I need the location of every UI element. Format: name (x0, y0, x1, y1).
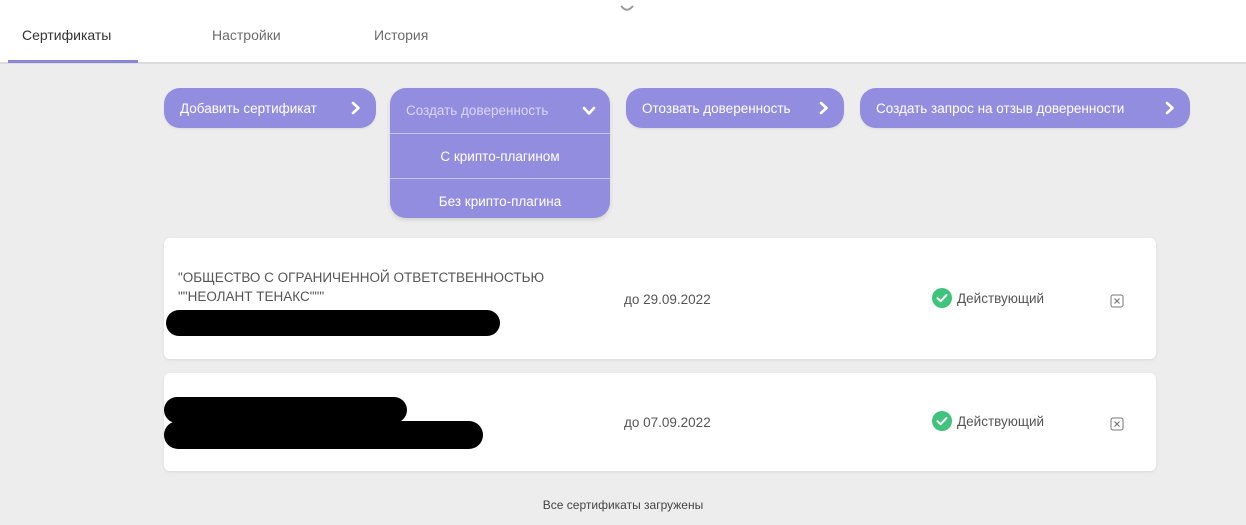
status-label: Действующий (957, 413, 1045, 429)
create-poa-dropdown: Создать доверенность С крипто-плагином Б… (390, 88, 610, 218)
create-poa-label: Создать доверенность (406, 103, 549, 118)
menu-item-without-crypto-plugin[interactable]: Без крипто-плагина (390, 179, 610, 218)
check-circle-icon (932, 288, 952, 308)
chevron-down-icon (582, 106, 596, 115)
create-revoke-request-label: Создать запрос на отзыв доверенности (876, 100, 1125, 116)
revoke-poa-label: Отозвать доверенность (642, 100, 791, 116)
close-icon[interactable] (1110, 294, 1124, 308)
all-loaded-message: Все сертификаты загружены (542, 498, 704, 512)
add-certificate-label: Добавить сертификат (180, 100, 317, 116)
create-revoke-request-button[interactable]: Создать запрос на отзыв доверенности (860, 88, 1190, 128)
certificate-owner: "ОБЩЕСТВО С ОГРАНИЧЕННОЙ ОТВЕТСТВЕННОСТЬ… (178, 268, 544, 306)
active-tab-indicator (8, 60, 138, 63)
redacted-block (164, 397, 407, 423)
certificate-card[interactable]: "ОБЩЕСТВО С ОГРАНИЧЕННОЙ ОТВЕТСТВЕННОСТЬ… (164, 238, 1156, 359)
status-label: Действующий (957, 290, 1045, 306)
certificate-valid-until: до 29.09.2022 (624, 292, 711, 307)
add-certificate-button[interactable]: Добавить сертификат (164, 88, 376, 128)
chevron-right-icon (819, 101, 828, 115)
chevron-right-icon (1165, 101, 1174, 115)
certificate-owner-line-1: "ОБЩЕСТВО С ОГРАНИЧЕННОЙ ОТВЕТСТВЕННОСТЬ… (178, 270, 545, 285)
certificate-owner-line-2: ""НЕОЛАНТ ТЕНАКС""" (178, 289, 325, 304)
chevron-right-icon (351, 101, 360, 115)
create-poa-button[interactable]: Создать доверенность (390, 88, 610, 134)
menu-item-with-crypto-plugin[interactable]: С крипто-плагином (390, 134, 610, 179)
tab-history[interactable]: История (374, 27, 428, 43)
loading-spinner-icon (620, 5, 634, 11)
certificate-card[interactable]: до 07.09.2022 Действующий (164, 373, 1156, 471)
revoke-poa-button[interactable]: Отозвать доверенность (626, 88, 844, 128)
top-navigation: Сертификаты Настройки История (0, 0, 1246, 64)
certificate-valid-until: до 07.09.2022 (624, 415, 711, 430)
close-icon[interactable] (1110, 417, 1124, 431)
redacted-block (164, 421, 483, 449)
status-badge: Действующий (932, 288, 1044, 308)
tab-settings[interactable]: Настройки (212, 27, 281, 43)
tab-certificates[interactable]: Сертификаты (22, 27, 111, 43)
check-circle-icon (932, 411, 952, 431)
redacted-block (166, 310, 500, 336)
status-badge: Действующий (932, 411, 1044, 431)
